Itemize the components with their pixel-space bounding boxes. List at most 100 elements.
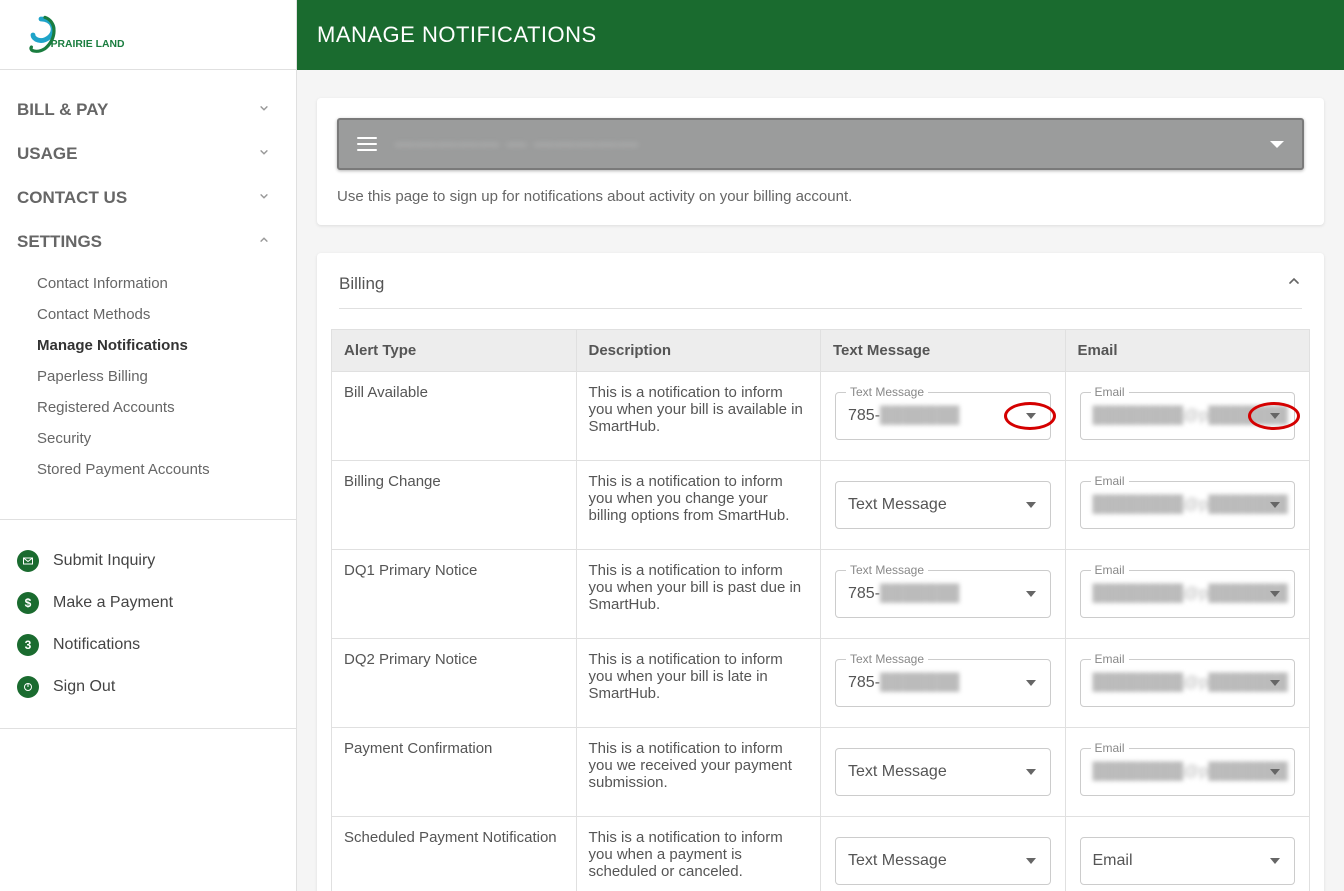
cell-alert-type: Bill Available bbox=[332, 372, 577, 461]
text-message-select[interactable]: Text Message bbox=[835, 481, 1051, 529]
nav-group: BILL & PAY USAGE CONTACT US SETTINGS Con… bbox=[0, 70, 296, 507]
cell-text-message: Text Message785-███████ bbox=[821, 639, 1066, 728]
page-title: MANAGE NOTIFICATIONS bbox=[317, 22, 597, 48]
billing-section: Billing Alert Type Description Text Mess… bbox=[317, 253, 1324, 891]
subnav-stored-payment-accounts[interactable]: Stored Payment Accounts bbox=[37, 454, 296, 485]
util-label: Sign Out bbox=[53, 678, 115, 696]
text-message-select[interactable]: Text Message785-███████ bbox=[835, 570, 1051, 618]
select-value: ████████@p███████ bbox=[1093, 585, 1288, 603]
cell-alert-type: DQ2 Primary Notice bbox=[332, 639, 577, 728]
text-message-select[interactable]: Text Message785-███████ bbox=[835, 659, 1051, 707]
float-label: Email bbox=[1091, 385, 1129, 399]
brand-logo-icon: PRAIRIE LAND bbox=[25, 15, 153, 55]
table-row: Bill AvailableThis is a notification to … bbox=[332, 372, 1310, 461]
cell-description: This is a notification to inform you whe… bbox=[576, 372, 821, 461]
make-payment-link[interactable]: $ Make a Payment bbox=[0, 582, 296, 624]
sign-out-link[interactable]: Sign Out bbox=[0, 666, 296, 708]
cell-alert-type: Scheduled Payment Notification bbox=[332, 817, 577, 891]
email-select[interactable]: Email████████@p███████ bbox=[1080, 659, 1296, 707]
triangle-down-icon bbox=[1026, 769, 1036, 775]
triangle-down-icon bbox=[1270, 141, 1284, 148]
chevron-up-icon bbox=[257, 232, 271, 252]
mail-icon bbox=[17, 550, 39, 572]
subnav-contact-information[interactable]: Contact Information bbox=[37, 268, 296, 299]
hamburger-icon bbox=[357, 137, 377, 151]
float-label: Text Message bbox=[846, 385, 928, 399]
float-label: Email bbox=[1091, 563, 1129, 577]
cell-description: This is a notification to inform you whe… bbox=[576, 550, 821, 639]
float-label: Text Message bbox=[846, 652, 928, 666]
logo: PRAIRIE LAND bbox=[0, 0, 296, 70]
cell-email: Email ████████@p███████ bbox=[1065, 550, 1310, 639]
col-text-message: Text Message bbox=[821, 330, 1066, 372]
text-message-select[interactable]: Text Message785-███████ bbox=[835, 392, 1051, 440]
select-value: ████████@p███████ bbox=[1093, 496, 1288, 514]
cell-email: Email ████████@p███████ bbox=[1065, 639, 1310, 728]
subnav-manage-notifications[interactable]: Manage Notifications bbox=[37, 330, 296, 361]
cell-description: This is a notification to inform you we … bbox=[576, 728, 821, 817]
cell-alert-type: DQ1 Primary Notice bbox=[332, 550, 577, 639]
email-select[interactable]: Email████████@p███████ bbox=[1080, 481, 1296, 529]
chevron-down-icon bbox=[257, 188, 271, 208]
cell-text-message: Text Message bbox=[821, 461, 1066, 550]
page-header: MANAGE NOTIFICATIONS bbox=[297, 0, 1344, 70]
text-message-select[interactable]: Text Message bbox=[835, 748, 1051, 796]
subnav-contact-methods[interactable]: Contact Methods bbox=[37, 299, 296, 330]
email-select[interactable]: Email████████@p███████ bbox=[1080, 748, 1296, 796]
nav-bill-pay[interactable]: BILL & PAY bbox=[0, 88, 296, 132]
cell-text-message: Text Message785-███████ bbox=[821, 550, 1066, 639]
subnav-registered-accounts[interactable]: Registered Accounts bbox=[37, 392, 296, 423]
float-label: Email bbox=[1091, 652, 1129, 666]
text-message-select[interactable]: Text Message bbox=[835, 837, 1051, 885]
account-selector[interactable]: ————— — ————— bbox=[337, 118, 1304, 170]
chevron-down-icon bbox=[257, 100, 271, 120]
col-alert-type: Alert Type bbox=[332, 330, 577, 372]
triangle-down-icon bbox=[1026, 413, 1036, 419]
subnav-security[interactable]: Security bbox=[37, 423, 296, 454]
cell-text-message: Text Message 785-███████ bbox=[821, 372, 1066, 461]
email-select[interactable]: Email████████@p███████ bbox=[1080, 570, 1296, 618]
account-selector-text: ————— — ————— bbox=[395, 133, 639, 156]
cell-alert-type: Payment Confirmation bbox=[332, 728, 577, 817]
cell-email: Email bbox=[1065, 817, 1310, 891]
section-header-row[interactable]: Billing bbox=[339, 273, 1302, 309]
main: MANAGE NOTIFICATIONS ————— — ————— Use t… bbox=[297, 0, 1344, 891]
sidebar: PRAIRIE LAND BILL & PAY USAGE CONTACT US… bbox=[0, 0, 297, 891]
content: ————— — ————— Use this page to sign up f… bbox=[297, 70, 1344, 891]
chevron-up-icon bbox=[1286, 273, 1302, 294]
subnav-paperless-billing[interactable]: Paperless Billing bbox=[37, 361, 296, 392]
util-label: Make a Payment bbox=[53, 594, 173, 612]
triangle-down-icon bbox=[1270, 769, 1280, 775]
float-label: Email bbox=[1091, 741, 1129, 755]
cell-email: Email████████@p███████ bbox=[1065, 728, 1310, 817]
table-row: Billing ChangeThis is a notification to … bbox=[332, 461, 1310, 550]
select-value: Text Message bbox=[848, 496, 947, 514]
triangle-down-icon bbox=[1026, 858, 1036, 864]
section-title: Billing bbox=[339, 274, 384, 294]
triangle-down-icon bbox=[1270, 858, 1280, 864]
cell-email: Email ████████@p███████ bbox=[1065, 372, 1310, 461]
col-email: Email bbox=[1065, 330, 1310, 372]
triangle-down-icon bbox=[1270, 502, 1280, 508]
select-value: ████████@p███████ bbox=[1093, 407, 1288, 425]
nav-contact-us[interactable]: CONTACT US bbox=[0, 176, 296, 220]
table-row: DQ2 Primary NoticeThis is a notification… bbox=[332, 639, 1310, 728]
intro-text: Use this page to sign up for notificatio… bbox=[337, 188, 1304, 205]
cell-email: Email████████@p███████ bbox=[1065, 461, 1310, 550]
notifications-link[interactable]: 3 Notifications bbox=[0, 624, 296, 666]
select-value: Text Message bbox=[848, 852, 947, 870]
nav-usage[interactable]: USAGE bbox=[0, 132, 296, 176]
select-value: ████████@p███████ bbox=[1093, 674, 1288, 692]
cell-description: This is a notification to inform you whe… bbox=[576, 817, 821, 891]
table-row: Scheduled Payment NotificationThis is a … bbox=[332, 817, 1310, 891]
nav-settings[interactable]: SETTINGS bbox=[0, 220, 296, 264]
submit-inquiry-link[interactable]: Submit Inquiry bbox=[0, 540, 296, 582]
cell-alert-type: Billing Change bbox=[332, 461, 577, 550]
table-header-row: Alert Type Description Text Message Emai… bbox=[332, 330, 1310, 372]
svg-text:PRAIRIE LAND: PRAIRIE LAND bbox=[51, 39, 125, 50]
chevron-down-icon bbox=[257, 144, 271, 164]
email-select[interactable]: Email bbox=[1080, 837, 1296, 885]
nav-label: BILL & PAY bbox=[17, 100, 108, 120]
select-value: 785-███████ bbox=[848, 407, 959, 425]
email-select[interactable]: Email████████@p███████ bbox=[1080, 392, 1296, 440]
